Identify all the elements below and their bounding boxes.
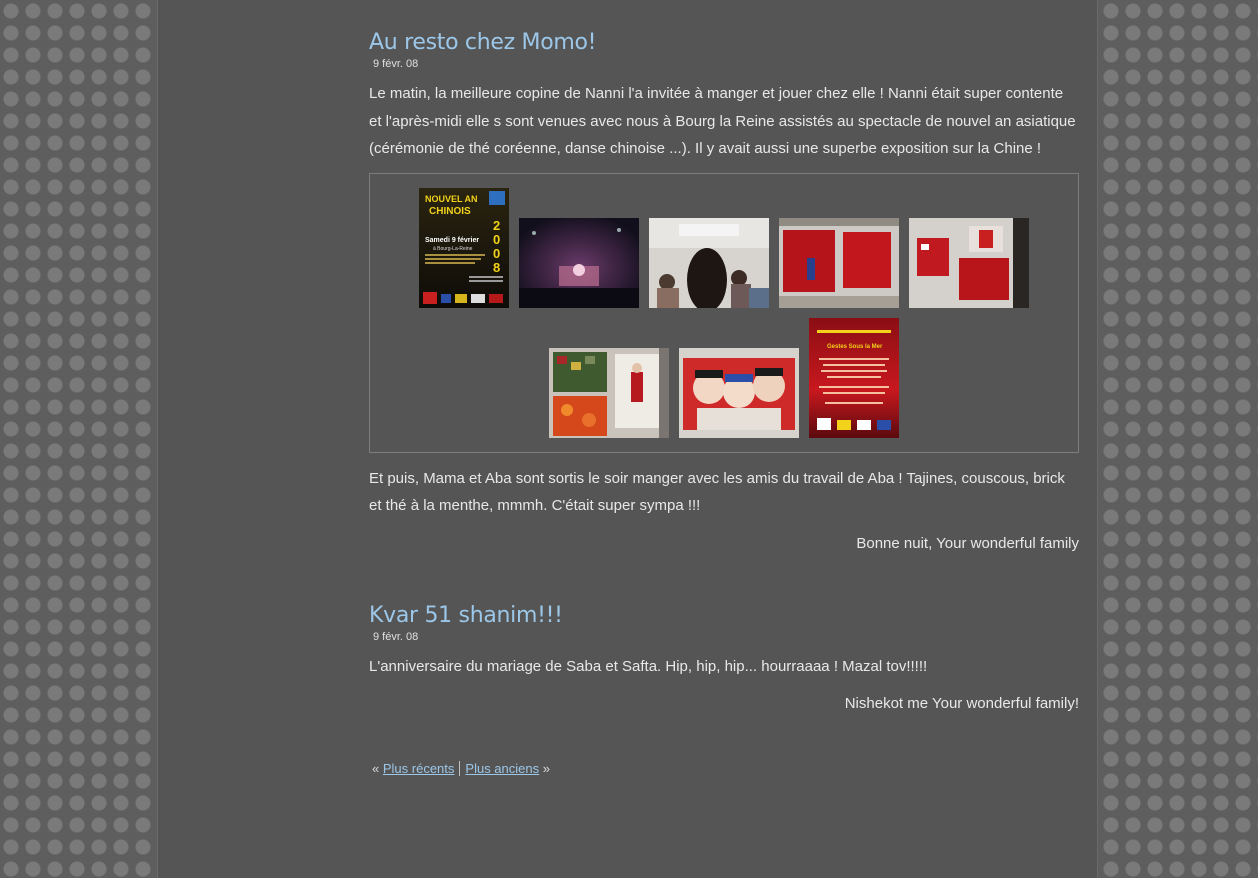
gallery-row: NOUVEL AN CHINOIS 2 0 0 8 Samedi 9 févri… <box>370 174 1078 308</box>
gallery-thumb-flyer[interactable]: Gestes Sous la Mer <box>809 317 899 438</box>
poster-date: Samedi 9 février <box>425 237 479 244</box>
post-paragraph: Et puis, Mama et Aba sont sortis le soir… <box>369 469 1065 515</box>
poster-year-digit: 2 <box>493 218 500 233</box>
post-title[interactable]: Kvar 51 shanim!!! <box>369 601 1079 631</box>
post-date: 9 févr. 08 <box>373 58 419 70</box>
poster-place: à Bourg-La-Reine <box>433 246 473 252</box>
gallery-row: Gestes Sous la Mer <box>370 308 1078 438</box>
post-signature: Bonne nuit, Your wonderful family <box>856 534 1079 552</box>
gallery-thumb-kids[interactable] <box>679 347 799 438</box>
blog-content: Au resto chez Momo! 9 févr. 08 Le matin,… <box>369 28 1079 776</box>
older-posts-link[interactable]: Plus anciens <box>465 761 539 776</box>
newer-posts-link[interactable]: Plus récents <box>383 761 455 776</box>
pagination: « Plus récents Plus anciens » <box>372 761 1079 776</box>
post-paragraph: Le matin, la meilleure copine de Nanni l… <box>369 85 1076 157</box>
poster-year-digit: 8 <box>493 260 500 275</box>
post-paragraph: L'anniversaire du mariage de Saba et Saf… <box>369 657 928 675</box>
post-title[interactable]: Au resto chez Momo! <box>369 28 1079 58</box>
blog-post: Au resto chez Momo! 9 févr. 08 Le matin,… <box>369 28 1079 557</box>
flyer-title: Gestes Sous la Mer <box>827 344 883 350</box>
post-signature: Nishekot me Your wonderful family! <box>844 695 1079 712</box>
poster-year-digit: 0 <box>493 246 500 261</box>
gallery-thumb-stage[interactable] <box>519 217 639 308</box>
gallery-thumb-mosaic[interactable] <box>549 347 669 438</box>
poster-line2: CHINOIS <box>429 206 471 217</box>
page-column: Au resto chez Momo! 9 févr. 08 Le matin,… <box>157 0 1098 878</box>
pagination-close-quote: » <box>542 761 550 776</box>
gallery-thumb-exhibit[interactable] <box>779 217 899 308</box>
gallery-thumb-poster[interactable]: NOUVEL AN CHINOIS 2 0 0 8 Samedi 9 févri… <box>419 187 509 308</box>
photo-gallery: NOUVEL AN CHINOIS 2 0 0 8 Samedi 9 févri… <box>369 172 1079 453</box>
pagination-divider <box>459 761 461 776</box>
blog-post: Kvar 51 shanim!!! 9 févr. 08 L'anniversa… <box>369 601 1079 718</box>
gallery-thumb-exhibit[interactable] <box>909 217 1029 308</box>
gallery-thumb-crowd[interactable] <box>649 217 769 308</box>
poster-line1: NOUVEL AN <box>425 194 478 204</box>
post-date: 9 févr. 08 <box>373 630 419 643</box>
pagination-open-quote: « <box>372 761 380 776</box>
poster-year-digit: 0 <box>493 232 500 247</box>
